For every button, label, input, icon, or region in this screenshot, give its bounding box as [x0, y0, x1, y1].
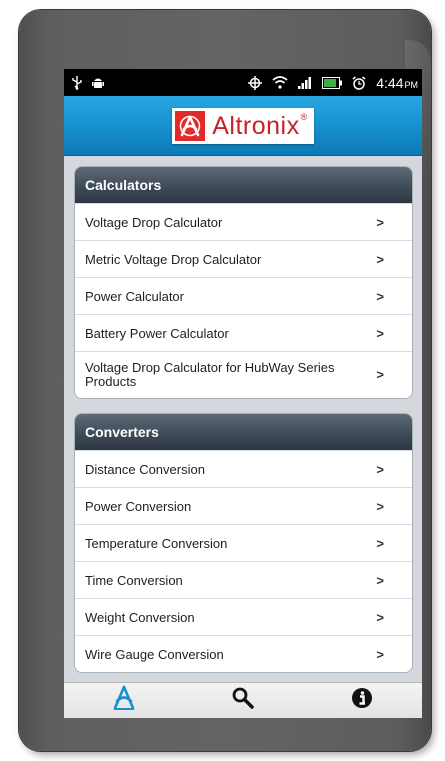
- chevron-right-icon: >: [376, 325, 384, 341]
- list-item-label: Power Conversion: [85, 498, 192, 514]
- list-item-weight-conversion[interactable]: Weight Conversion >: [75, 598, 412, 635]
- android-icon: [92, 76, 104, 90]
- brand-name: Altronix®: [212, 112, 308, 141]
- wifi-icon: [272, 76, 288, 89]
- tab-info[interactable]: [342, 686, 382, 716]
- info-icon: [351, 687, 373, 714]
- chevron-right-icon: >: [376, 646, 384, 662]
- list-item-label: Power Calculator: [85, 288, 184, 304]
- chevron-right-icon: >: [376, 288, 384, 304]
- chevron-right-icon: >: [376, 214, 384, 230]
- list-item-label: Metric Voltage Drop Calculator: [85, 251, 262, 267]
- signal-icon: [298, 76, 312, 89]
- bottom-tab-bar: [64, 682, 422, 718]
- tab-home[interactable]: [104, 685, 144, 716]
- phone-screen: 4:44PM Altronix® Calculators Voltage Dro…: [64, 69, 422, 718]
- list-item-label: Battery Power Calculator: [85, 325, 229, 341]
- list-item-label: Time Conversion: [85, 572, 183, 588]
- status-bar: 4:44PM: [64, 69, 422, 96]
- altronix-logo: Altronix®: [172, 107, 314, 144]
- gps-icon: [248, 75, 263, 90]
- list-item-label: Weight Conversion: [85, 609, 195, 625]
- list-item-label: Voltage Drop Calculator: [85, 214, 223, 230]
- chevron-right-icon: >: [376, 609, 384, 625]
- phone-frame: 4:44PM Altronix® Calculators Voltage Dro…: [19, 10, 431, 751]
- usb-icon: [72, 75, 82, 90]
- list-item-power-calculator[interactable]: Power Calculator >: [75, 277, 412, 314]
- list-item-temperature-conversion[interactable]: Temperature Conversion >: [75, 524, 412, 561]
- clock-ampm: PM: [404, 79, 419, 90]
- clock-time: 4:44: [376, 74, 404, 91]
- status-left: [72, 75, 104, 90]
- main-content[interactable]: Calculators Voltage Drop Calculator > Me…: [64, 156, 422, 682]
- chevron-right-icon: >: [376, 572, 384, 588]
- chevron-right-icon: >: [376, 461, 384, 477]
- list-item-wire-gauge-conversion[interactable]: Wire Gauge Conversion >: [75, 635, 412, 672]
- brand-text: Altronix: [212, 112, 300, 140]
- chevron-right-icon: >: [376, 251, 384, 267]
- list-item-distance-conversion[interactable]: Distance Conversion >: [75, 450, 412, 487]
- calculators-header: Calculators: [75, 167, 412, 203]
- list-item-label: Temperature Conversion: [85, 535, 228, 551]
- battery-icon: [322, 76, 343, 89]
- calculators-section: Calculators Voltage Drop Calculator > Me…: [74, 166, 413, 399]
- chevron-right-icon: >: [376, 535, 384, 551]
- status-clock: 4:44PM: [376, 75, 418, 91]
- list-item-label: Voltage Drop Calculator for HubWay Serie…: [85, 360, 335, 389]
- list-item-power-conversion[interactable]: Power Conversion >: [75, 487, 412, 524]
- list-item-hubway-voltage-drop-calculator[interactable]: Voltage Drop Calculator for HubWay Serie…: [75, 351, 412, 398]
- list-item-metric-voltage-drop-calculator[interactable]: Metric Voltage Drop Calculator >: [75, 240, 412, 277]
- brand-reg-mark: ®: [300, 112, 308, 122]
- chevron-right-icon: >: [376, 367, 384, 382]
- converters-header: Converters: [75, 414, 412, 450]
- list-item-voltage-drop-calculator[interactable]: Voltage Drop Calculator >: [75, 203, 412, 240]
- altronix-home-icon: [110, 685, 138, 716]
- tab-search[interactable]: [223, 686, 263, 716]
- altronix-logo-mark-icon: [175, 110, 206, 141]
- list-item-label: Distance Conversion: [85, 461, 205, 477]
- alarm-icon: [352, 75, 366, 90]
- list-item-label: Wire Gauge Conversion: [85, 646, 224, 662]
- list-item-time-conversion[interactable]: Time Conversion >: [75, 561, 412, 598]
- app-header: Altronix®: [64, 96, 422, 156]
- search-icon: [231, 686, 255, 715]
- list-item-battery-power-calculator[interactable]: Battery Power Calculator >: [75, 314, 412, 351]
- converters-section: Converters Distance Conversion > Power C…: [74, 413, 413, 673]
- chevron-right-icon: >: [376, 498, 384, 514]
- status-right: 4:44PM: [248, 75, 418, 91]
